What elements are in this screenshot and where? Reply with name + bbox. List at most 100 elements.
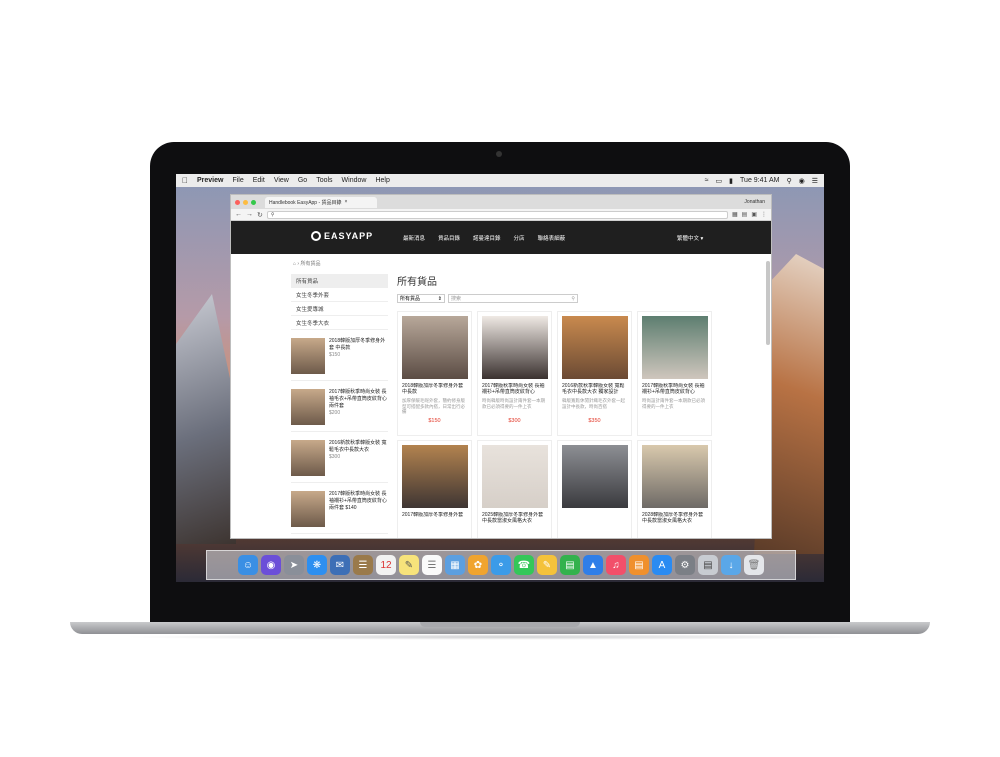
safari-icon[interactable]: ❋ (307, 555, 327, 575)
product-price: $150 (329, 352, 341, 358)
tab-title: Handlebook EasyApp - 貨品目錄 (269, 199, 342, 206)
menu-go[interactable]: Go (298, 177, 307, 184)
keynote-icon[interactable]: ▲ (583, 555, 603, 575)
preview-icon[interactable]: ▦ (445, 555, 465, 575)
close-window-icon[interactable] (235, 199, 240, 205)
product-grid: 2018韓版加厚冬季修身外套 中長款 加厚保暖毛呢外套，簡約修身版型可搭配多款內搭… (397, 311, 771, 538)
forward-icon[interactable]: → (246, 211, 253, 218)
sidebar-product[interactable]: 2018韓版加厚冬季修身外套 中長款 $150 (291, 338, 388, 381)
clock[interactable]: Tue 9:41 AM (740, 177, 779, 184)
product-card[interactable]: 2017韓版秋季時尚女裝 長袖襯衫+吊帶直筒皮紋背心 時尚韓版時尚設計兩件套一本期… (477, 311, 552, 436)
product-image (642, 445, 708, 508)
sidebar-category[interactable]: 女生冬季外套 (291, 288, 388, 302)
menu-tools[interactable]: Tools (316, 177, 332, 184)
category-select[interactable]: 所有貨品 ⇕ (397, 294, 445, 303)
menu-window[interactable]: Window (342, 177, 367, 184)
share-icon[interactable]: ▤ (742, 211, 748, 218)
photos-icon[interactable]: ✿ (468, 555, 488, 575)
product-image (482, 316, 548, 379)
menu-edit[interactable]: Edit (253, 177, 265, 184)
facetime-icon[interactable]: ☎ (514, 555, 534, 575)
product-title: 2025韓版加厚冬季修身外套中長款當淑女風格大衣 (482, 512, 544, 524)
sidebar-product[interactable]: 2017韓版秋季時尚女裝 長袖襯衫+吊帶直筒皮紋背心兩件套 $140 (291, 491, 388, 534)
product-card[interactable]: 2028韓版加厚冬季修身外套中長款當淑女風格大衣 (637, 440, 712, 538)
product-desc (482, 527, 547, 538)
menu-view[interactable]: View (274, 177, 289, 184)
sidebar-category[interactable]: 女生冬季大衣 (291, 316, 388, 330)
browser-tab[interactable]: Handlebook EasyApp - 貨品目錄 × (265, 196, 377, 208)
minimize-window-icon[interactable] (243, 199, 248, 205)
product-thumbnail (291, 338, 325, 374)
reload-icon[interactable]: ↻ (257, 211, 263, 219)
logo-mark-icon (311, 231, 321, 241)
app-store-icon[interactable]: A (652, 555, 672, 575)
contacts-icon[interactable]: ☰ (353, 555, 373, 575)
profile-name[interactable]: Jonathan (744, 199, 765, 205)
page-title: 所有貨品 (397, 277, 437, 288)
tab-close-icon[interactable]: × (345, 199, 348, 205)
scrollbar[interactable] (766, 261, 770, 345)
extension-icon[interactable]: ▦ (732, 211, 738, 218)
address-bar[interactable]: ⚲ (266, 210, 728, 219)
product-image (562, 445, 628, 508)
product-card[interactable]: 2018韓版加厚冬季修身外套 中長款 加厚保暖毛呢外套，簡約修身版型可搭配多款內搭… (397, 311, 472, 436)
product-desc (402, 527, 467, 538)
maximize-window-icon[interactable] (251, 199, 256, 205)
calendar-icon[interactable]: 12 (376, 555, 396, 575)
wifi-icon[interactable]: ≈ (705, 177, 709, 184)
music-icon[interactable]: ♫ (606, 555, 626, 575)
messages-icon[interactable]: ⚬ (491, 555, 511, 575)
books-icon[interactable]: ▤ (629, 555, 649, 575)
notification-icon[interactable]: ☰ (812, 177, 818, 185)
system-preferences-icon[interactable]: ⚙ (675, 555, 695, 575)
nav-contact[interactable]: 聯絡表細蔽 (538, 234, 566, 242)
sidebar-category[interactable]: 女生愛專城 (291, 302, 388, 316)
menu-icon[interactable]: ⋮ (761, 211, 767, 218)
breadcrumb[interactable]: ⌂ › 所有貨品 (293, 260, 320, 267)
product-title: 2017韓版加厚冬季修身外套 (402, 512, 464, 518)
preview-doc-icon[interactable]: ▤ (698, 555, 718, 575)
launchpad-icon[interactable]: ➤ (284, 555, 304, 575)
product-card[interactable]: 2016新款秋季韓版女裝 寬鬆毛衣中長款大衣 獨家設計 韓版寬鬆休閒針織毛衣外套一… (557, 311, 632, 436)
sidebar-product[interactable]: 2017韓版秋季時尚女裝 長袖毛衣+吊帶直筒皮紋背心兩件套 $200 (291, 389, 388, 432)
finder-icon[interactable]: ☺ (238, 555, 258, 575)
product-card[interactable]: 2017韓版秋季時尚女裝 長袖襯衫+吊帶直筒皮紋背心 時尚設計兩件套一本期款已必須… (637, 311, 712, 436)
menu-file[interactable]: File (232, 177, 243, 184)
reminders-icon[interactable]: ☰ (422, 555, 442, 575)
nav-catalog[interactable]: 貨品目錄 (438, 234, 460, 242)
product-card[interactable]: 2025韓版加厚冬季修身外套中長款當淑女風格大衣 (477, 440, 552, 538)
notes-icon[interactable]: ✎ (399, 555, 419, 575)
product-price: $350 (588, 418, 601, 424)
back-icon[interactable]: ← (235, 211, 242, 218)
product-card[interactable]: 2017韓版加厚冬季修身外套 (397, 440, 472, 538)
menu-app-name[interactable]: Preview (197, 177, 223, 184)
spotlight-icon[interactable]: ⚲ (786, 177, 791, 185)
nav-stores[interactable]: 分店 (514, 234, 525, 242)
nav-catalog-2[interactable]: 諾曼達目錄 (473, 234, 501, 242)
pages-icon[interactable]: ✎ (537, 555, 557, 575)
siri-icon[interactable]: ◉ (261, 555, 281, 575)
laptop-shadow (120, 634, 880, 640)
battery-icon[interactable]: ▮ (729, 177, 733, 185)
trash-icon[interactable]: 🗑 (744, 555, 764, 575)
search-input[interactable]: 搜索 ⚲ (448, 294, 578, 303)
apple-icon[interactable]:  (182, 176, 188, 185)
product-card[interactable] (557, 440, 632, 538)
sidebar-category-all[interactable]: 所有貨品 (291, 274, 388, 288)
product-price: $200 (329, 410, 341, 416)
mac-menubar:  Preview File Edit View Go Tools Window… (176, 174, 824, 187)
menu-help[interactable]: Help (375, 177, 389, 184)
search-icon[interactable]: ⚲ (571, 296, 575, 302)
nav-news[interactable]: 最新消息 (403, 234, 425, 242)
site-logo[interactable]: EASYAPP (311, 231, 373, 241)
product-title (562, 512, 627, 525)
mail-icon[interactable]: ✉ (330, 555, 350, 575)
print-icon[interactable]: ▣ (751, 211, 757, 218)
airplay-icon[interactable]: ▭ (716, 177, 723, 185)
downloads-folder-icon[interactable]: ↓ (721, 555, 741, 575)
numbers-icon[interactable]: ▤ (560, 555, 580, 575)
logo-text: EASYAPP (324, 231, 374, 241)
language-select[interactable]: 繁體中文 ▾ (677, 234, 703, 242)
siri-icon[interactable]: ◉ (799, 177, 805, 185)
sidebar-product[interactable]: 2016新款秋季韓版女裝 寬鬆毛衣中長款大衣 $300 (291, 440, 388, 483)
